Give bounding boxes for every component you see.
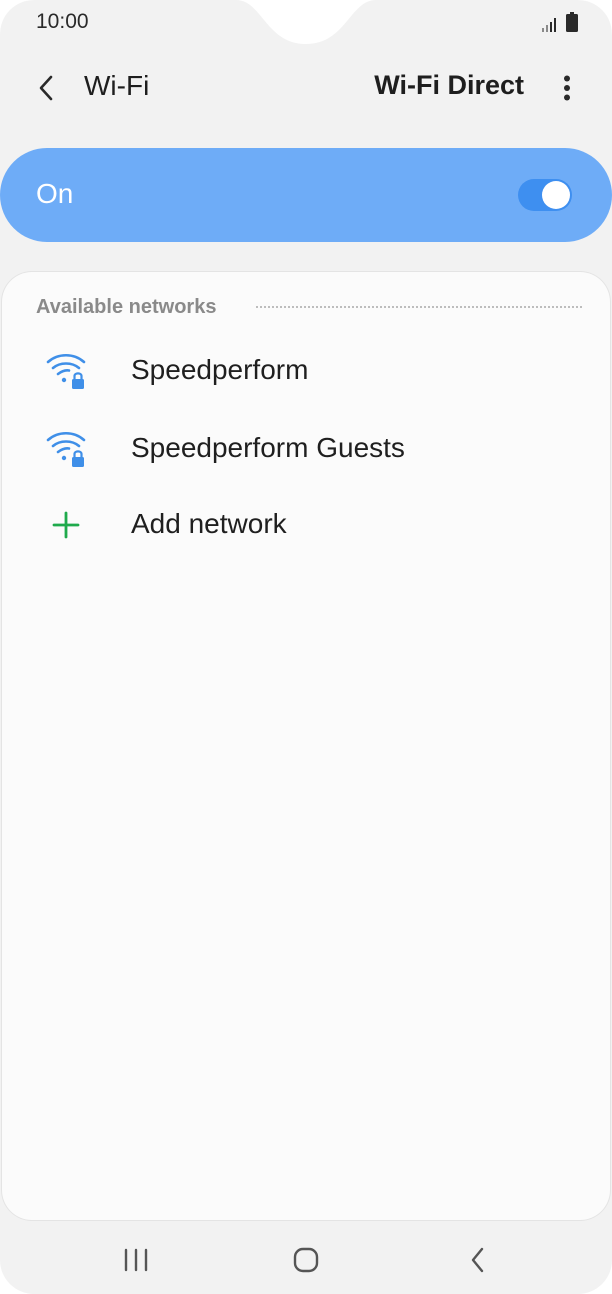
screen: 10:00 Wi-Fi Wi-Fi Direct On Available ne…	[0, 0, 612, 1294]
network-name: Speedperform	[131, 354, 309, 385]
network-name: Speedperform Guests	[131, 432, 405, 463]
switch-knob	[542, 181, 570, 209]
wifi-state-label: On	[36, 178, 74, 209]
back-arrow-icon	[39, 75, 53, 101]
wifi-master-switch-bar[interactable]: On	[0, 148, 612, 242]
section-divider	[256, 306, 582, 308]
plus-icon	[52, 511, 80, 539]
home-icon	[293, 1247, 319, 1273]
recents-button[interactable]	[114, 1238, 158, 1282]
more-options-button[interactable]	[552, 68, 582, 108]
signal-icon	[542, 18, 556, 32]
home-button[interactable]	[284, 1238, 328, 1282]
nav-back-button[interactable]	[456, 1238, 500, 1282]
app-bar: Wi-Fi Wi-Fi Direct	[0, 58, 612, 120]
network-item-speedperform[interactable]: Speedperform	[2, 334, 610, 404]
recents-icon	[124, 1248, 148, 1272]
status-icons	[542, 12, 578, 32]
battery-icon	[566, 12, 578, 32]
back-button[interactable]	[26, 68, 66, 108]
more-options-icon	[564, 75, 570, 101]
nav-back-icon	[471, 1247, 484, 1273]
status-time: 10:00	[36, 10, 89, 33]
section-header-available-networks: Available networks	[36, 296, 217, 318]
add-network-label: Add network	[131, 508, 287, 539]
wifi-secured-icon	[46, 353, 86, 389]
page-title: Wi-Fi	[84, 70, 150, 101]
network-item-speedperform-guests[interactable]: Speedperform Guests	[2, 412, 610, 482]
wifi-toggle-switch[interactable]	[518, 179, 572, 211]
wifi-secured-icon	[46, 431, 86, 467]
camera-notch	[0, 0, 612, 44]
add-network-item[interactable]: Add network	[2, 488, 610, 558]
wifi-direct-button[interactable]: Wi-Fi Direct	[374, 70, 524, 101]
navigation-bar	[0, 1222, 612, 1294]
networks-card: Available networks Speedperform Speedper…	[2, 272, 610, 1220]
